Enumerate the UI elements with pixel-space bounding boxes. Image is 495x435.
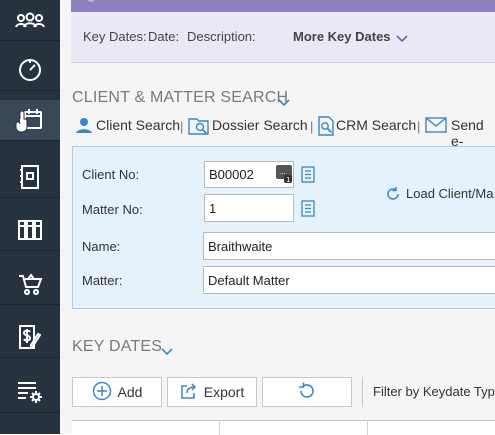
matter-label: Matter: (82, 273, 123, 288)
svg-text:...: ... (279, 168, 286, 176)
svg-text:1: 1 (286, 176, 290, 183)
settings-list-icon (16, 379, 44, 405)
export-button[interactable]: Export (167, 377, 257, 407)
client-search-icon[interactable] (74, 116, 94, 137)
key-dates-label: Key Dates: (83, 29, 147, 44)
filter-keydate-type-label: Filter by Keydate Typ (373, 384, 495, 399)
crm-search-icon[interactable] (317, 116, 335, 139)
send-email-link[interactable]: Send e- (451, 117, 495, 149)
table-column-divider (219, 421, 220, 435)
date-label: Date: (148, 29, 180, 44)
client-matter-panel: Client No: B00002 ... 1 Matter No: 1 Load… (72, 146, 495, 309)
sidebar-nav (0, 0, 60, 434)
export-icon (180, 382, 198, 403)
separator: | (180, 119, 184, 134)
name-value: Braithwaite (208, 238, 273, 254)
client-no-value: B00002 (209, 167, 254, 182)
sidebar-item-team[interactable] (0, 0, 60, 41)
load-client-matter-button[interactable]: Load Client/Ma (406, 186, 493, 201)
name-field[interactable]: Braithwaite (203, 232, 495, 260)
toolbar-divider (362, 377, 363, 407)
separator: | (310, 119, 314, 134)
client-matter-search-title: CLIENT & MATTER SEARCH (72, 89, 289, 106)
chevron-down-icon[interactable] (278, 95, 290, 110)
description-label: Description: (187, 29, 256, 44)
calendar-hand-icon (15, 105, 45, 135)
chevron-down-icon[interactable] (161, 344, 173, 359)
sidebar-item-documents[interactable] (0, 157, 60, 198)
dossier-search-icon[interactable] (188, 116, 210, 139)
sidebar-item-billing[interactable] (0, 317, 60, 358)
table-column-divider (367, 421, 368, 435)
sidebar-item-dashboard[interactable] (0, 50, 60, 91)
client-no-label: Client No: (82, 167, 140, 182)
pin-icon (87, 0, 95, 2)
dashboard-gauge-icon (17, 57, 43, 83)
matter-no-label: Matter No: (82, 202, 143, 217)
name-label: Name: (82, 239, 121, 254)
add-button[interactable]: Add (72, 377, 162, 407)
separator: | (417, 119, 421, 134)
matter-value: Default Matter (208, 272, 290, 288)
more-key-dates-toggle[interactable]: More Key Dates (293, 29, 391, 44)
refresh-icon[interactable] (385, 186, 401, 205)
people-group-icon (15, 10, 45, 30)
matter-no-field[interactable]: 1 (204, 194, 294, 222)
document-icon (19, 164, 41, 190)
sidebar-item-settings[interactable] (0, 372, 60, 413)
plus-circle-icon (92, 381, 112, 404)
key-dates-header-strip (71, 0, 495, 12)
client-search-link[interactable]: Client Search (96, 117, 180, 133)
refresh-icon (297, 381, 317, 404)
shopping-cart-icon (17, 272, 43, 296)
matter-no-value: 1 (209, 200, 217, 216)
matter-field[interactable]: Default Matter (203, 266, 495, 294)
client-lookup-icon[interactable]: ... 1 (276, 165, 292, 186)
key-dates-title: KEY DATES (72, 338, 163, 355)
key-dates-table (72, 420, 495, 435)
main-content: Key Dates: Date: Description: More Key D… (60, 0, 495, 435)
add-label: Add (117, 384, 143, 400)
crm-search-link[interactable]: CRM Search (336, 117, 416, 133)
chevron-down-icon[interactable] (396, 31, 408, 46)
envelope-icon[interactable] (425, 117, 447, 136)
sidebar-item-keydates[interactable] (0, 100, 60, 141)
refresh-button[interactable] (262, 377, 352, 407)
sidebar-item-cart[interactable] (0, 264, 60, 305)
sidebar-item-library[interactable] (0, 210, 60, 251)
export-label: Export (203, 384, 245, 400)
key-dates-bar: Key Dates: Date: Description: More Key D… (71, 12, 495, 63)
client-list-icon[interactable] (301, 166, 315, 186)
library-books-icon (17, 218, 43, 242)
dossier-search-link[interactable]: Dossier Search (212, 117, 308, 133)
matter-list-icon[interactable] (301, 200, 315, 220)
billing-pen-icon (16, 323, 44, 351)
